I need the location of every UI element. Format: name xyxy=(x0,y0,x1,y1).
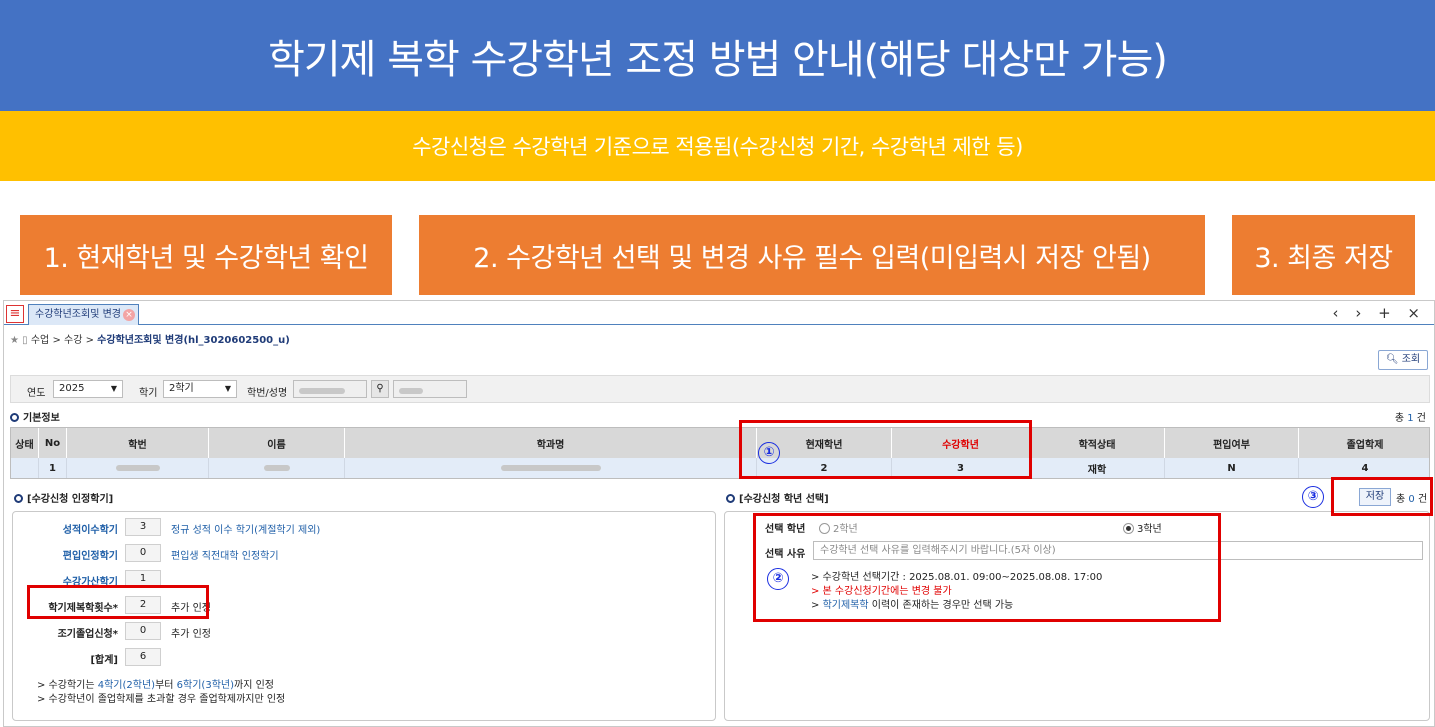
credit-footnote-2: > 수강학년이 졸업학제를 초과할 경우 졸업학제까지만 인정 xyxy=(37,694,286,705)
count-suffix: 건 xyxy=(1416,413,1426,424)
highlight-box-step1 xyxy=(739,420,1032,479)
year-select[interactable]: 2025 ▼ xyxy=(53,380,123,398)
term-select[interactable]: 2학기 ▼ xyxy=(163,380,237,398)
col-transfer[interactable]: 편입여부 xyxy=(1165,428,1299,458)
col-grad-system[interactable]: 졸업학제 xyxy=(1299,428,1431,458)
cell-status xyxy=(11,458,39,478)
credit-label: 성적이수학기 xyxy=(62,525,118,536)
step-1-label: 1. 현재학년 및 수강학년 확인 xyxy=(43,242,369,274)
credit-row: [합계] 6 xyxy=(13,648,715,668)
credit-value: 3 xyxy=(125,518,161,536)
star-icon[interactable]: ★ xyxy=(10,335,19,346)
basic-info-title: 기본정보 xyxy=(10,409,60,424)
col-department[interactable]: 학과명 xyxy=(345,428,757,458)
marker-3: ③ xyxy=(1302,486,1324,508)
cell-name xyxy=(209,458,345,478)
chevron-down-icon: ▼ xyxy=(110,384,117,393)
student-id-input[interactable] xyxy=(293,380,367,398)
student-search-button[interactable]: ⚲ xyxy=(371,380,389,398)
page-icon: ▯ xyxy=(22,335,28,346)
guide-subtitle-banner: 수강신청은 수강학년 기준으로 적용됨(수강신청 기간, 수강학년 제한 등) xyxy=(0,111,1435,181)
credit-row: 성적이수학기 3 정규 성적 이수 학기(계절학기 제외) xyxy=(13,518,715,538)
basic-info-count: 총 1 건 xyxy=(1395,409,1426,424)
count-prefix: 총 xyxy=(1394,413,1405,424)
year-label: 연도 xyxy=(27,388,46,399)
col-academic-status[interactable]: 학적상태 xyxy=(1030,428,1165,458)
col-no: No xyxy=(39,428,67,458)
highlight-box-step2 xyxy=(753,513,1221,622)
step-3-label: 3. 최종 저장 xyxy=(1254,242,1393,274)
cell-transfer: N xyxy=(1165,458,1299,478)
col-status: 상태 xyxy=(11,428,39,458)
breadcrumb-path: 수업 > 수강 > xyxy=(30,335,94,346)
guide-title: 학기제 복학 수강학년 조정 방법 안내(해당 대상만 가능) xyxy=(268,36,1168,83)
tab-label: 수강학년조회및 변경 xyxy=(35,309,121,320)
year-value: 2025 xyxy=(59,383,85,394)
search-button-label: 조회 xyxy=(1401,354,1421,365)
search-button[interactable]: 🔍︎ 조회 xyxy=(1378,350,1428,370)
student-label: 학번/성명 xyxy=(247,388,288,399)
count-value: 1 xyxy=(1407,413,1414,424)
filter-bar: 연도 2025 ▼ 학기 2학기 ▼ 학번/성명 ⚲ xyxy=(10,375,1430,403)
marker-1: ① xyxy=(758,442,780,464)
credit-row: 조기졸업신청* 0 추가 인정 xyxy=(13,622,715,642)
cell-department xyxy=(345,458,757,478)
breadcrumb: ★ ▯ 수업 > 수강 > 수강학년조회및 변경(hl_3020602500_u… xyxy=(10,331,290,346)
credit-title-text: [수강신청 인정학기] xyxy=(27,494,114,505)
credit-label: 편입인정학기 xyxy=(62,551,118,562)
highlight-box-return-count xyxy=(27,585,209,619)
credit-note: 추가 인정 xyxy=(171,629,211,640)
cell-academic-status: 재학 xyxy=(1030,458,1165,478)
credit-value: 0 xyxy=(125,622,161,640)
credit-footnote-1: > 수강학기는 4학기(2학년)부터 6학기(3학년)까지 인정 xyxy=(37,676,274,691)
highlight-box-step3 xyxy=(1331,477,1433,516)
select-section-title: [수강신청 학년 선택] xyxy=(726,490,829,505)
hamburger-icon[interactable]: ≡ xyxy=(6,305,24,323)
search-icon: 🔍︎ xyxy=(1385,354,1399,365)
step-2-label: 2. 수강학년 선택 및 변경 사유 필수 입력(미입력시 저장 안됨) xyxy=(473,242,1151,274)
cell-no: 1 xyxy=(39,458,67,478)
credit-value: 0 xyxy=(125,544,161,562)
chevron-down-icon: ▼ xyxy=(224,384,231,393)
col-name[interactable]: 이름 xyxy=(209,428,345,458)
credit-label: [합계] xyxy=(90,655,118,666)
basic-info-title-text: 기본정보 xyxy=(23,413,60,424)
window-controls[interactable]: ‹ › + × xyxy=(1333,304,1426,322)
student-name-input[interactable] xyxy=(393,380,467,398)
marker-2: ② xyxy=(767,568,789,590)
search-icon: ⚲ xyxy=(376,383,384,394)
select-title-text: [수강신청 학년 선택] xyxy=(739,494,829,505)
cell-student-id xyxy=(67,458,209,478)
credit-note: 정규 성적 이수 학기(계절학기 제외) xyxy=(171,525,321,536)
grid-header: 상태 No 학번 이름 학과명 현재학년 수강학년 학적상태 편입여부 졸업학제 xyxy=(11,428,1429,458)
term-label: 학기 xyxy=(139,388,158,399)
term-value: 2학기 xyxy=(169,383,194,394)
credit-label: 조기졸업신청* xyxy=(57,629,118,640)
credit-row: 편입인정학기 0 편입생 직전대학 인정학기 xyxy=(13,544,715,564)
col-student-id[interactable]: 학번 xyxy=(67,428,209,458)
guide-subtitle: 수강신청은 수강학년 기준으로 적용됨(수강신청 기간, 수강학년 제한 등) xyxy=(412,135,1023,159)
guide-title-banner: 학기제 복학 수강학년 조정 방법 안내(해당 대상만 가능) xyxy=(0,0,1435,111)
close-icon[interactable]: × xyxy=(123,309,135,321)
table-row[interactable]: 1 2 3 재학 N 4 xyxy=(11,458,1429,478)
tab-course-year[interactable]: 수강학년조회및 변경 × xyxy=(28,304,139,325)
step-1-box: 1. 현재학년 및 수강학년 확인 xyxy=(20,215,392,295)
credit-note: 편입생 직전대학 인정학기 xyxy=(171,551,279,562)
cell-grad-system: 4 xyxy=(1361,462,1369,474)
tab-bar: ≡ 수강학년조회및 변경 × ‹ › + × xyxy=(4,301,1434,325)
section-bullet-icon xyxy=(726,494,735,503)
credit-section-title: [수강신청 인정학기] xyxy=(14,490,113,505)
step-2-box: 2. 수강학년 선택 및 변경 사유 필수 입력(미입력시 저장 안됨) xyxy=(419,215,1205,295)
step-3-box: 3. 최종 저장 xyxy=(1232,215,1415,295)
credit-value: 6 xyxy=(125,648,161,666)
section-bullet-icon xyxy=(10,413,19,422)
basic-info-grid: 상태 No 학번 이름 학과명 현재학년 수강학년 학적상태 편입여부 졸업학제… xyxy=(10,427,1430,479)
section-bullet-icon xyxy=(14,494,23,503)
breadcrumb-current: 수강학년조회및 변경(hl_3020602500_u) xyxy=(97,335,290,346)
